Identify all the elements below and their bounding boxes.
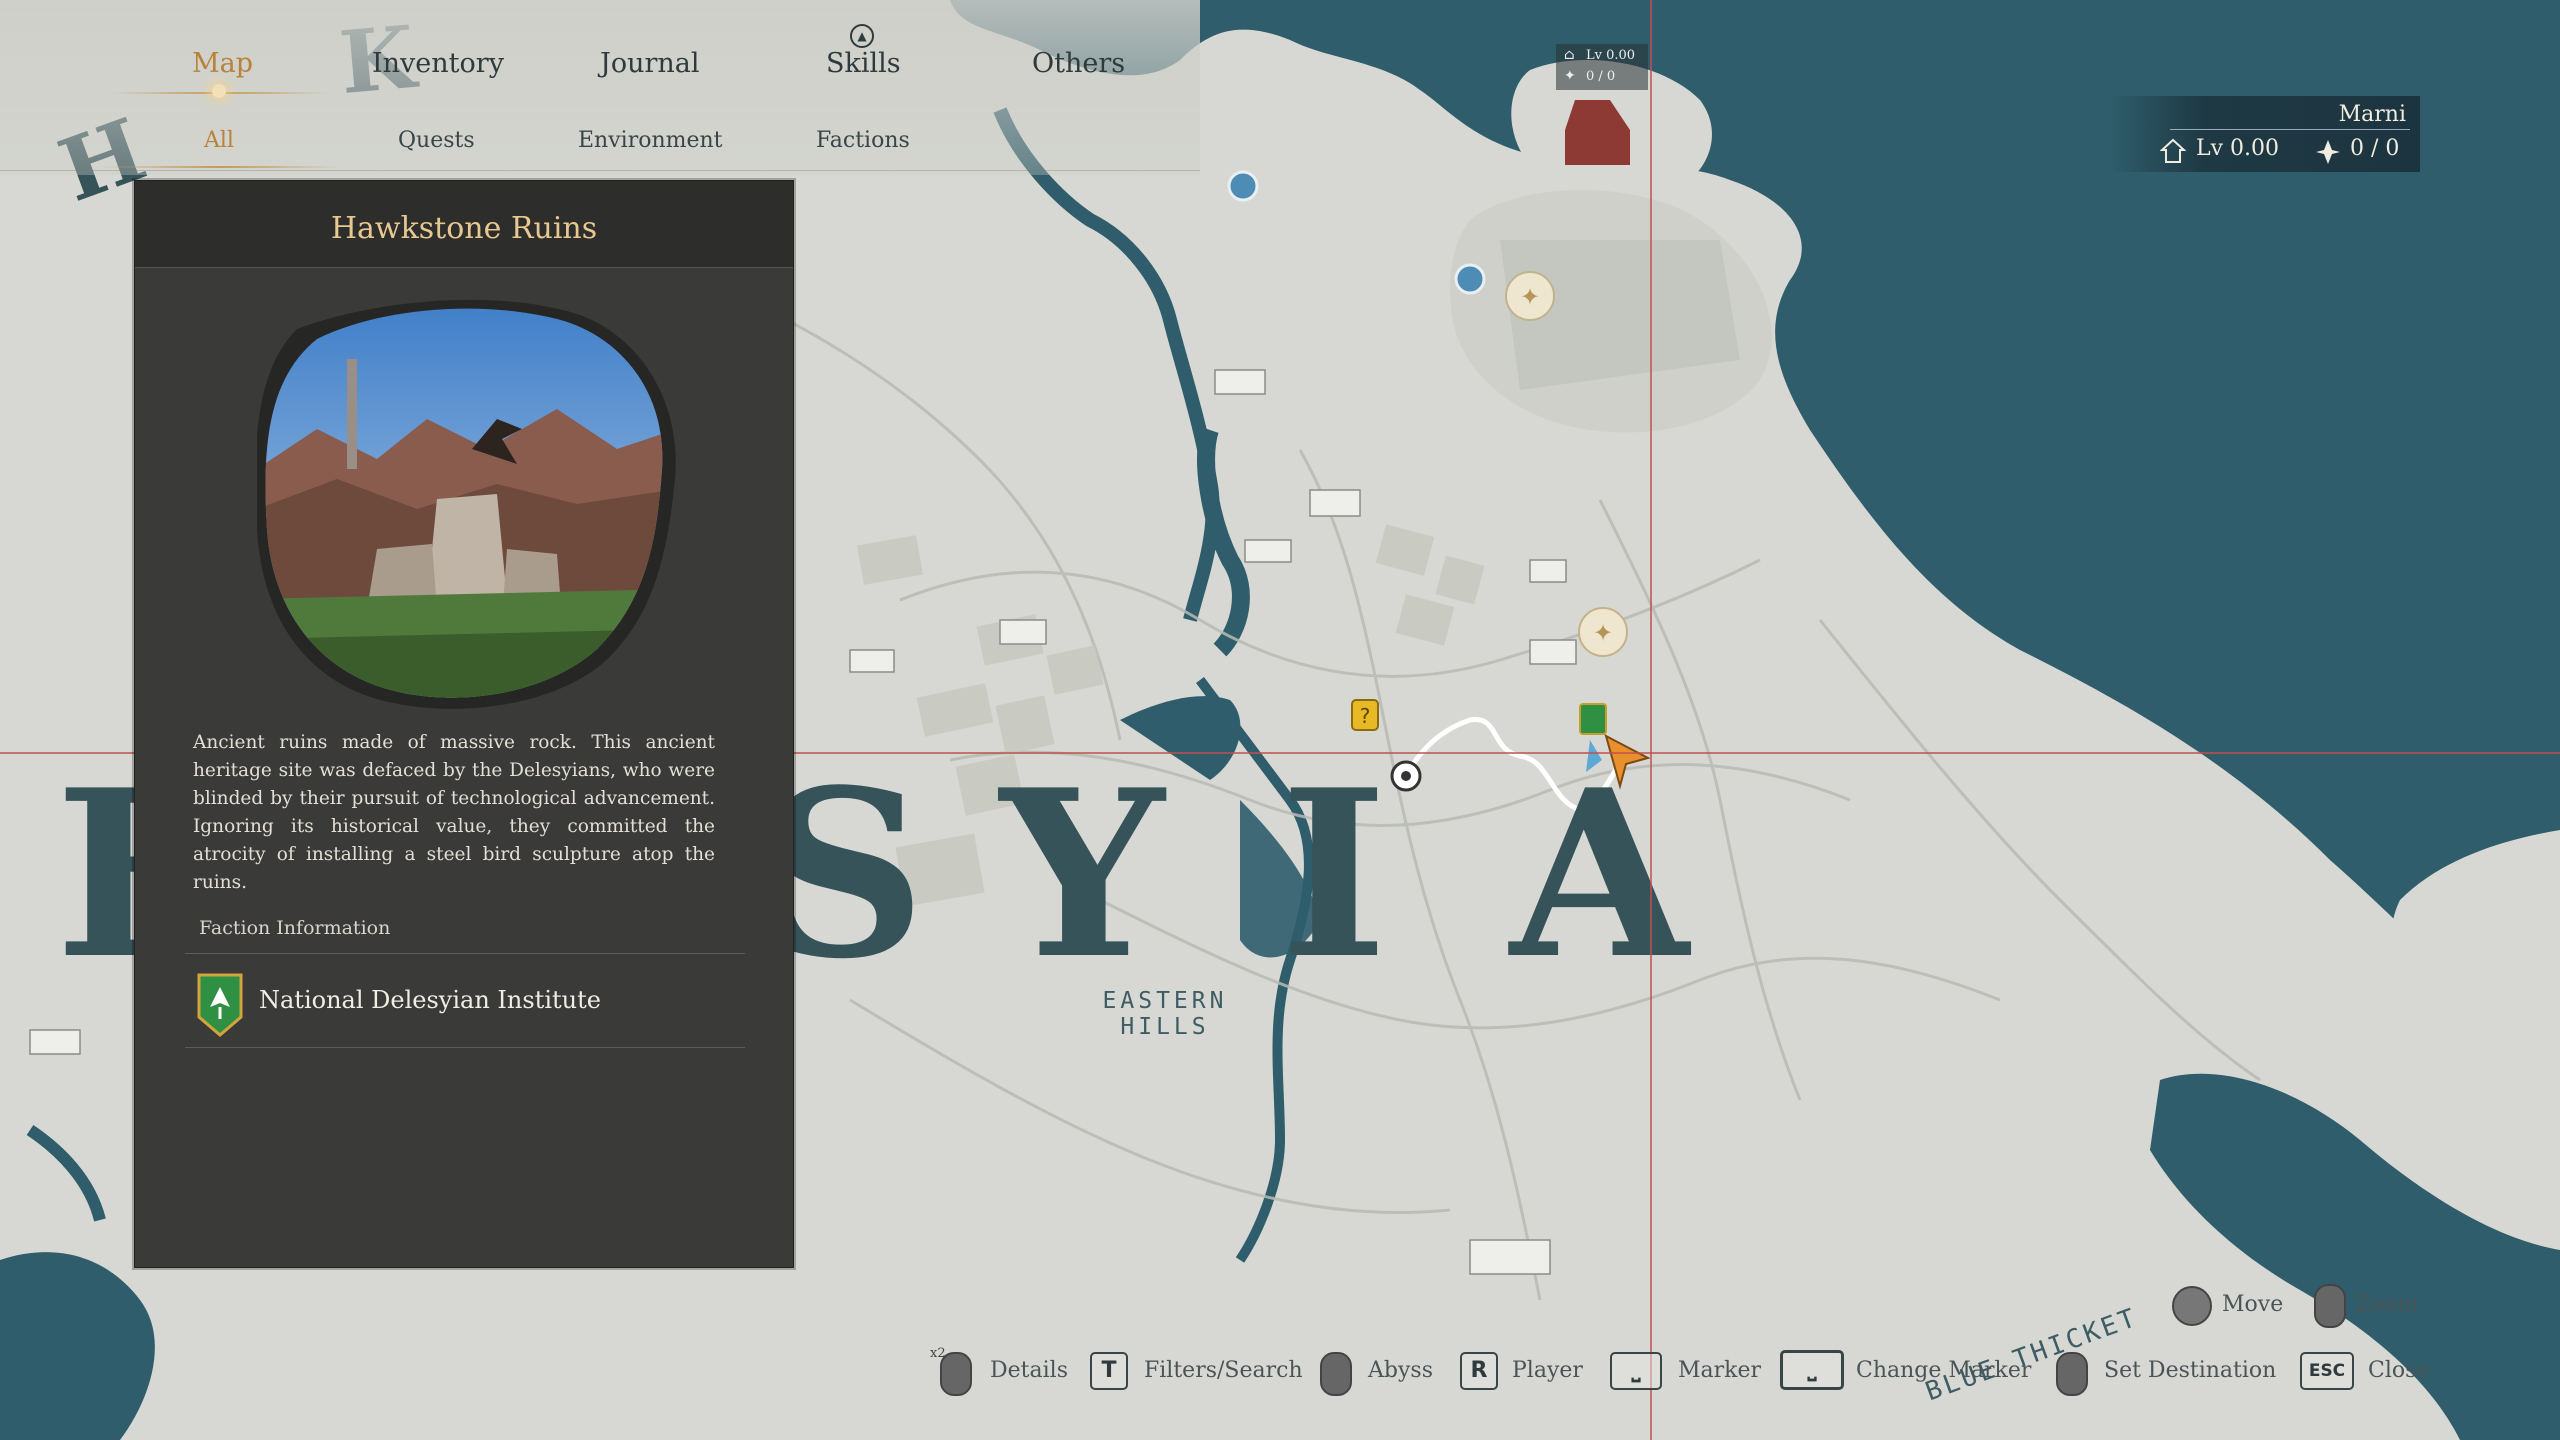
divider — [2170, 129, 2410, 130]
subtab-factions[interactable]: Factions — [816, 128, 910, 153]
hint-close[interactable]: Close — [2368, 1358, 2429, 1383]
skills-alert-icon: ▲ — [850, 24, 874, 48]
key-space-hold-icon: ⎵ — [1780, 1350, 1844, 1390]
active-tab-indicator — [212, 84, 226, 98]
top-navigation: Map Inventory Journal ▲ Skills Others Al… — [0, 0, 1200, 175]
marker-level: Lv 0.00 — [1586, 48, 1636, 63]
key-esc: ESC — [2300, 1352, 2354, 1390]
faction-heading: Faction Information — [199, 917, 391, 939]
faction-name: National Delesyian Institute — [259, 986, 601, 1014]
marker-info-popup: ⌂ Lv 0.00 ✦ 0 / 0 — [1556, 44, 1648, 90]
fleur-icon — [2316, 140, 2340, 164]
player-count: 0 / 0 — [2350, 136, 2400, 161]
tab-others[interactable]: Others — [1032, 48, 1125, 79]
divider — [185, 953, 745, 954]
svg-text:✦: ✦ — [1593, 619, 1613, 647]
divider — [185, 1047, 745, 1048]
level-icon: ⌂ — [1564, 47, 1575, 63]
key-r: R — [1460, 1352, 1498, 1390]
region-letter-i: I — [1280, 740, 1388, 1010]
subtab-quests[interactable]: Quests — [398, 128, 475, 153]
location-info-panel: Hawkstone Ruins Ancient ruins made of ma — [134, 180, 794, 1268]
nav-divider — [0, 170, 1200, 171]
hint-abyss[interactable]: Abyss — [1368, 1358, 1433, 1383]
key-space-icon: ⎵ — [1610, 1352, 1662, 1390]
area-label-eastern-hills: EASTERN HILLS — [1102, 988, 1228, 1040]
tab-map[interactable]: Map — [192, 48, 253, 79]
location-description: Ancient ruins made of massive rock. This… — [193, 732, 715, 893]
stick-icon — [2172, 1286, 2212, 1326]
marker-count: 0 / 0 — [1586, 69, 1616, 84]
hint-player[interactable]: Player — [1512, 1358, 1583, 1383]
hint-set-destination[interactable]: Set Destination — [2104, 1358, 2276, 1383]
hint-marker[interactable]: Marker — [1678, 1358, 1761, 1383]
tab-skills[interactable]: Skills — [826, 48, 901, 79]
mouse-right-icon — [2056, 1352, 2088, 1396]
tab-journal[interactable]: Journal — [600, 48, 700, 79]
player-info: Marni Lv 0.00 0 / 0 — [2110, 96, 2420, 172]
scroll-icon — [2314, 1284, 2346, 1328]
location-image — [257, 299, 676, 709]
fleur-icon: ✦ — [1564, 68, 1576, 84]
region-letter-y: Y — [1000, 740, 1165, 1010]
region-letter-a: A — [1510, 740, 1689, 1010]
level-icon — [2160, 138, 2186, 163]
hint-details[interactable]: Details — [990, 1358, 1068, 1383]
player-level: Lv 0.00 — [2196, 136, 2280, 161]
hint-change-marker[interactable]: Change Marker — [1856, 1358, 2031, 1383]
player-name: Marni — [2338, 102, 2406, 127]
crosshair-vertical — [1650, 0, 1652, 1440]
tab-inventory[interactable]: Inventory — [372, 48, 504, 79]
hint-zoom[interactable]: Zoom — [2356, 1292, 2419, 1317]
svg-text:✦: ✦ — [1520, 283, 1540, 311]
subtab-underline — [100, 166, 340, 168]
faction-emblem-icon — [197, 973, 243, 1037]
location-title: Hawkstone Ruins — [330, 211, 598, 246]
mouse-middle-icon — [1320, 1352, 1352, 1396]
subtab-environment[interactable]: Environment — [578, 128, 723, 153]
details-badge: x2 — [930, 1346, 946, 1361]
hint-move[interactable]: Move — [2222, 1292, 2283, 1317]
hint-filters-search[interactable]: Filters/Search — [1144, 1358, 1303, 1383]
subtab-all[interactable]: All — [204, 128, 234, 153]
svg-text:?: ? — [1360, 704, 1371, 728]
key-t: T — [1090, 1352, 1128, 1390]
